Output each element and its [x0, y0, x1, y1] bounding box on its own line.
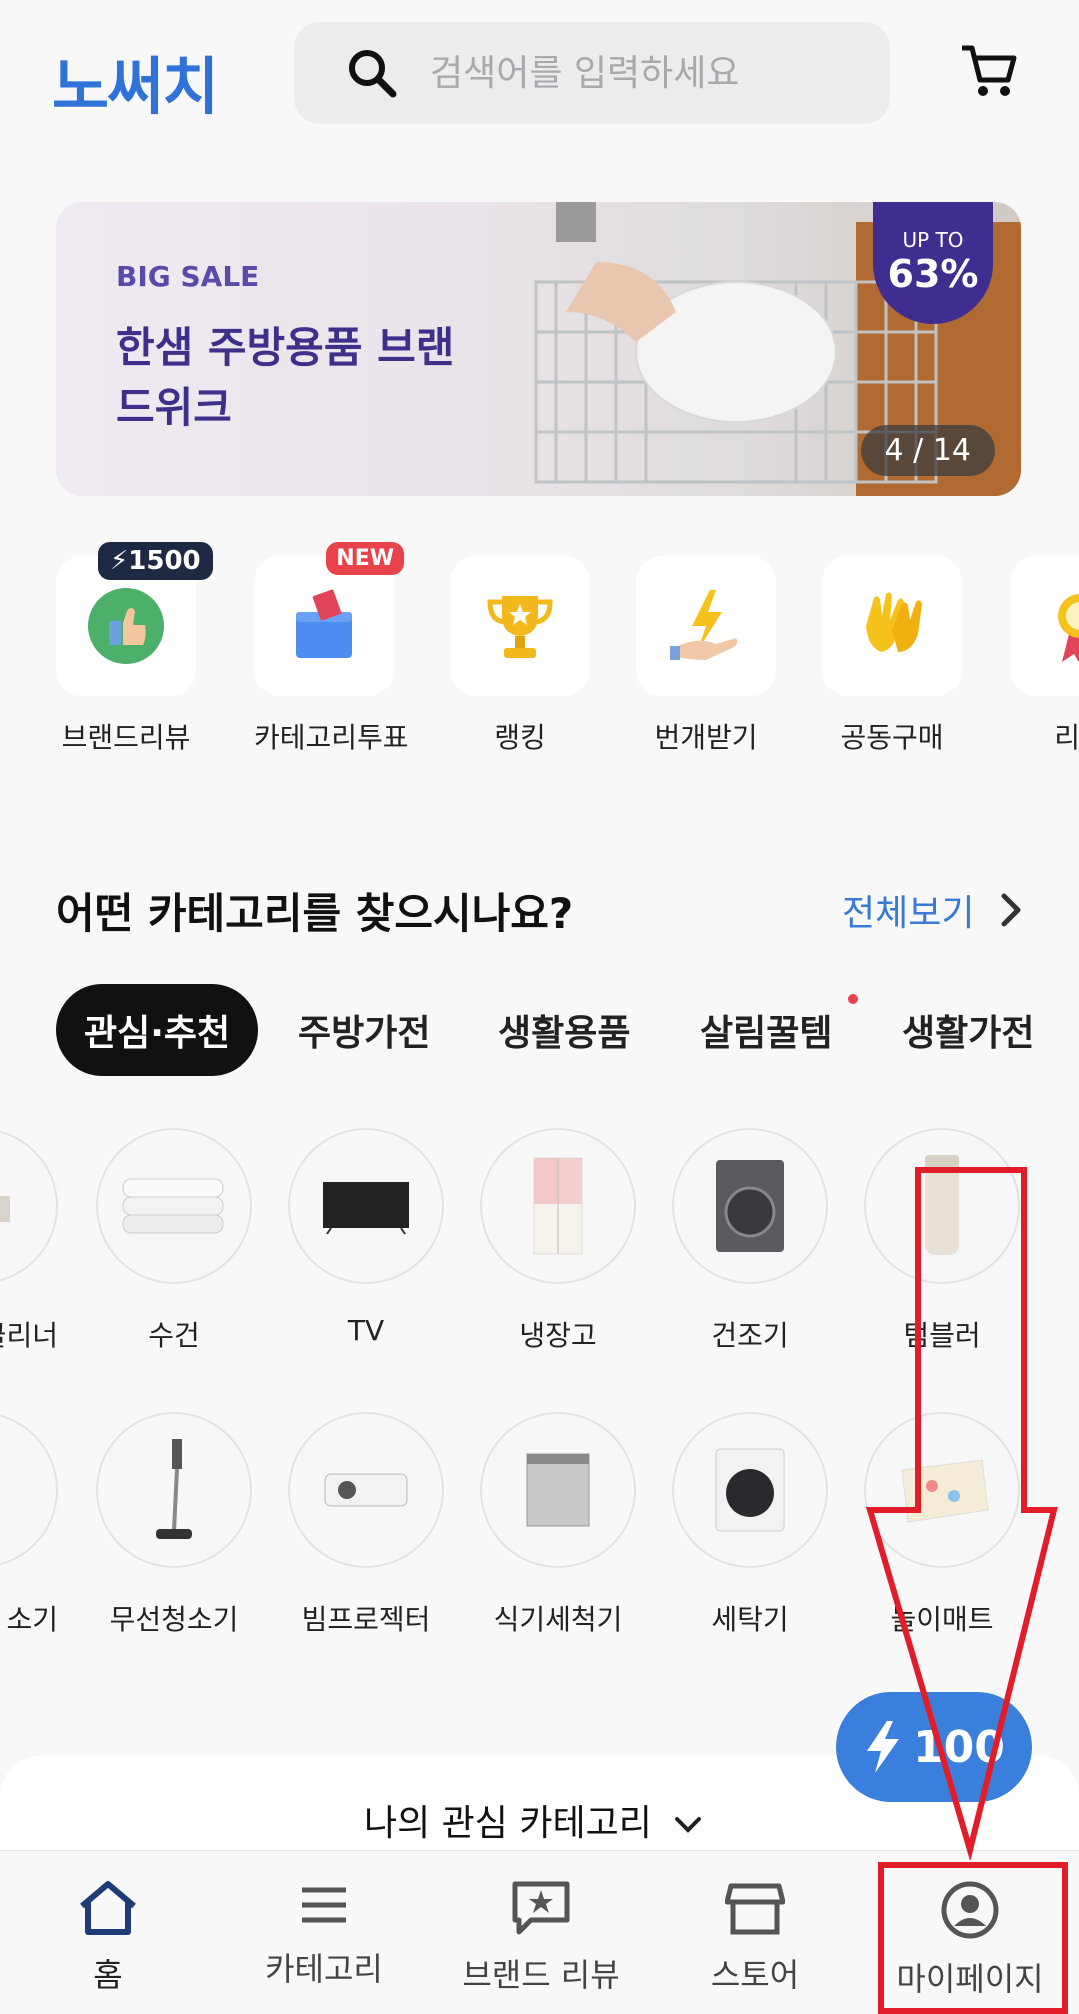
category-label: 빔프로젝터 — [301, 1603, 431, 1636]
category-projector[interactable]: 빔프로젝터 — [288, 1412, 444, 1638]
category-dryer[interactable]: 건조기 — [672, 1128, 828, 1354]
quick-menu-label: 랭킹 — [494, 721, 546, 754]
category-label: 클리너 — [0, 1319, 58, 1352]
nav-label: 홈 — [93, 1956, 123, 1994]
chevron-right-icon[interactable] — [996, 890, 1026, 930]
quick-menu-lightning[interactable]: 번개받기 — [636, 556, 776, 756]
dishwasher-icon — [526, 1453, 590, 1527]
quick-menu-label: 리뷰 — [1054, 721, 1079, 754]
chip-household-tips[interactable]: 살림꿀템 — [700, 1004, 832, 1056]
category-cordless-vacuum[interactable]: 무선청소기 — [96, 1412, 252, 1638]
category-cleaner[interactable]: 클리너 — [0, 1128, 58, 1354]
quick-menu-label: 브랜드리뷰 — [61, 721, 191, 754]
search-bar[interactable] — [294, 22, 890, 124]
quick-menu-group-buy[interactable]: 공동구매 — [822, 556, 962, 756]
tv-icon — [323, 1182, 409, 1235]
quick-menu-label: 공동구매 — [840, 721, 944, 754]
category-label: 수건 — [148, 1319, 200, 1352]
quick-menu-category-vote[interactable]: NEW 카테고리투표 — [254, 542, 409, 756]
ballot-box-icon — [296, 589, 352, 658]
banner-title: 한샘 주방용품 브랜드위크 — [116, 323, 455, 432]
section-title: 어떤 카테고리를 찾으시나요? — [56, 889, 574, 938]
quick-menu-ranking[interactable]: 랭킹 — [450, 556, 590, 756]
nav-label: 카테고리 — [265, 1950, 383, 1988]
cleaner-icon — [0, 1196, 10, 1222]
quick-menu-review[interactable]: 리뷰 — [1010, 556, 1079, 756]
home-icon — [80, 1881, 136, 1935]
vacuum-icon — [0, 1460, 10, 1520]
store-icon — [724, 1883, 786, 1935]
nav-brand-review[interactable]: 브랜드 리뷰 — [456, 1880, 626, 1996]
banner-counter: 4 / 14 — [860, 425, 995, 476]
menu-icon — [302, 1887, 346, 1923]
category-label: 무선청소기 — [109, 1603, 239, 1636]
stick-vacuum-icon — [156, 1439, 192, 1539]
refrigerator-icon — [533, 1157, 583, 1255]
chip-interest[interactable]: 관심·추천 — [56, 984, 259, 1076]
new-dot — [848, 994, 858, 1004]
category-label: TV — [347, 1314, 385, 1347]
category-label: 냉장고 — [519, 1319, 597, 1352]
chip-living-goods[interactable]: 생활용품 — [498, 1004, 630, 1056]
category-washer[interactable]: 세탁기 — [672, 1412, 828, 1638]
chip-kitchen-appliance[interactable]: 주방가전 — [298, 1004, 430, 1056]
lightning-hand-icon — [670, 590, 738, 660]
category-refrigerator[interactable]: 냉장고 — [480, 1128, 636, 1354]
category-label: 식기세척기 — [493, 1603, 623, 1636]
discount-badge: UP TO 63% — [873, 202, 993, 324]
new-badge: NEW — [326, 542, 404, 575]
see-all-link[interactable]: 전체보기 — [842, 884, 974, 936]
points-badge: ⚡1500 — [98, 542, 213, 580]
projector-icon — [324, 1473, 408, 1507]
chevron-down-icon — [675, 1817, 702, 1833]
review-star-icon — [512, 1881, 570, 1935]
category-towel[interactable]: 수건 — [96, 1128, 252, 1354]
towel-icon — [122, 1178, 224, 1234]
nav-label: 스토어 — [710, 1956, 800, 1994]
promo-banner[interactable]: BIG SALE 한샘 주방용품 브랜드위크 UP TO 63% 4 / 14 — [56, 202, 1021, 496]
nav-category[interactable]: 카테고리 — [254, 1880, 394, 1990]
interest-category-toggle[interactable]: 나의 관심 카테고리 — [364, 1794, 703, 1846]
dryer-icon — [716, 1160, 784, 1252]
banner-tag: BIG SALE — [116, 260, 260, 293]
category-label: 건조기 — [711, 1319, 789, 1352]
discount-label: UP TO — [902, 228, 964, 252]
trophy-icon — [487, 596, 553, 658]
nav-store[interactable]: 스토어 — [700, 1880, 810, 1996]
cart-icon[interactable] — [958, 40, 1018, 100]
search-input[interactable] — [428, 51, 852, 95]
category-tv[interactable]: TV — [288, 1128, 444, 1347]
thumbs-up-icon — [88, 588, 164, 664]
category-label: 세탁기 — [711, 1603, 789, 1636]
quick-menu-label: 카테고리투표 — [254, 721, 409, 754]
search-icon — [349, 50, 397, 98]
category-dishwasher[interactable]: 식기세척기 — [480, 1412, 636, 1638]
hands-icon — [866, 592, 922, 652]
category-vacuum[interactable]: 소기 — [0, 1412, 58, 1638]
medal-icon — [1058, 594, 1079, 663]
quick-menu-label: 번개받기 — [654, 721, 758, 754]
category-label: 소기 — [6, 1603, 58, 1636]
discount-value: 63% — [887, 252, 979, 296]
washer-icon — [715, 1448, 785, 1532]
nav-home[interactable]: 홈 — [58, 1880, 158, 1996]
interest-label: 나의 관심 카테고리 — [364, 1803, 652, 1844]
app-logo[interactable]: 노써치 — [52, 36, 219, 126]
chip-home-appliance[interactable]: 생활가전 — [902, 1004, 1034, 1056]
annotation-arrow — [865, 1167, 1058, 1860]
nav-label: 브랜드 리뷰 — [462, 1956, 620, 1994]
annotation-highlight-box — [878, 1862, 1068, 2014]
quick-menu-brand-review[interactable]: ⚡1500 브랜드리뷰 — [56, 542, 213, 756]
